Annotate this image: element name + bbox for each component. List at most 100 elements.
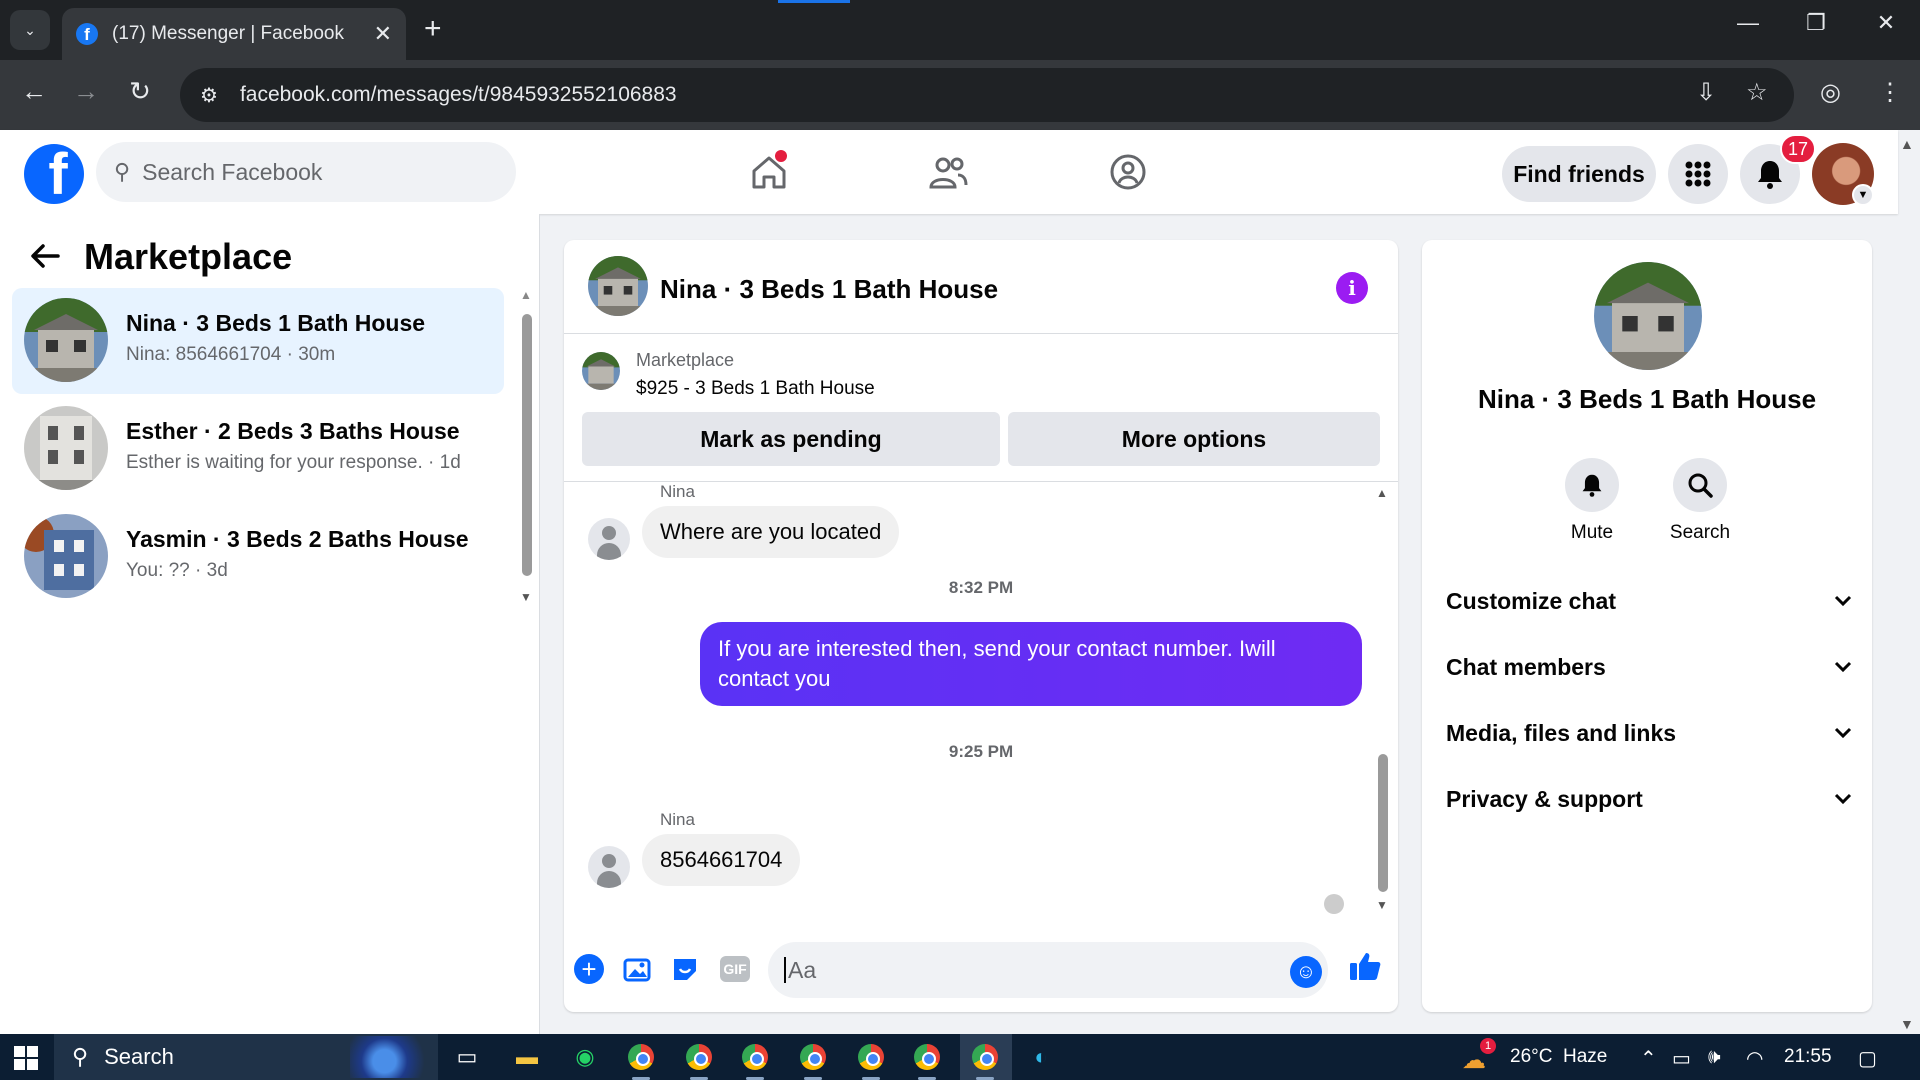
messages-scroll-up-icon[interactable]: ▲ xyxy=(1376,486,1388,500)
volume-icon[interactable]: 🕪 xyxy=(1708,1046,1721,1069)
file-explorer-icon[interactable]: ▬ xyxy=(512,1042,542,1072)
page-scroll-down-icon[interactable]: ▼ xyxy=(1900,1016,1914,1032)
chrome-icon[interactable] xyxy=(798,1042,828,1072)
address-bar[interactable]: ⚙ facebook.com/messages/t/98459325521068… xyxy=(180,68,1794,122)
chrome-icon[interactable] xyxy=(684,1042,714,1072)
home-notification-dot xyxy=(775,150,787,162)
sidebar-scroll-up-icon[interactable]: ▲ xyxy=(520,288,532,302)
edge-icon[interactable]: ◐ xyxy=(1026,1042,1056,1072)
menu-kebab-icon[interactable]: ⋮ xyxy=(1878,78,1902,107)
search-icon xyxy=(1673,458,1727,512)
message-input[interactable]: Aa xyxy=(768,942,1328,998)
chrome-icon[interactable] xyxy=(626,1042,656,1072)
incoming-message-bubble[interactable]: 8564661704 xyxy=(642,834,801,886)
groups-icon[interactable] xyxy=(1104,148,1152,196)
notification-center-icon[interactable]: ▢ xyxy=(1858,1046,1877,1071)
media-files-links-section[interactable]: Media, files and links xyxy=(1446,708,1852,758)
details-title: Nina · 3 Beds 1 Bath House xyxy=(1477,384,1817,414)
home-icon[interactable] xyxy=(745,148,793,196)
gif-icon[interactable]: GIF xyxy=(720,956,750,982)
battery-icon[interactable]: ▭ xyxy=(1672,1046,1691,1071)
info-icon[interactable]: i xyxy=(1336,272,1368,304)
privacy-support-section[interactable]: Privacy & support xyxy=(1446,774,1852,824)
conversation-thumbnail xyxy=(24,406,108,490)
facebook-favicon-icon: f xyxy=(76,23,98,45)
search-icon: ⚲ xyxy=(114,159,131,184)
message-sender-name: Nina xyxy=(660,810,695,829)
read-receipt-avatar xyxy=(1324,894,1344,914)
listing-price-title[interactable]: $925 - 3 Beds 1 Bath House xyxy=(636,378,875,400)
new-tab-icon[interactable]: + xyxy=(424,12,442,46)
friends-icon[interactable] xyxy=(924,148,972,196)
chrome-icon[interactable] xyxy=(970,1042,1000,1072)
page-scroll-up-icon[interactable]: ▲ xyxy=(1900,136,1914,152)
section-label: Chat members xyxy=(1446,653,1606,680)
windows-start-icon[interactable] xyxy=(14,1046,38,1070)
message-input-placeholder: Aa xyxy=(788,956,817,983)
browser-tab[interactable]: f (17) Messenger | Facebook ✕ xyxy=(62,8,406,60)
back-arrow-icon[interactable] xyxy=(30,240,60,277)
task-view-icon[interactable]: ▭ xyxy=(452,1042,482,1072)
sender-avatar[interactable] xyxy=(588,846,630,888)
url-text: facebook.com/messages/t/9845932552106883 xyxy=(239,83,677,106)
conversation-item-nina[interactable]: Nina · 3 Beds 1 Bath House Nina: 8564661… xyxy=(12,288,504,394)
messages-scroll-down-icon[interactable]: ▼ xyxy=(1376,898,1388,912)
chat-title[interactable]: Nina · 3 Beds 1 Bath House xyxy=(660,274,998,305)
facebook-search-input[interactable]: ⚲ Search Facebook xyxy=(96,142,516,202)
mute-button[interactable]: Mute xyxy=(1552,458,1632,544)
more-options-button[interactable]: More options xyxy=(1008,412,1380,466)
reload-icon[interactable]: ↻ xyxy=(120,76,160,107)
tab-search-chevron-icon[interactable]: ⌄ xyxy=(10,10,50,50)
close-window-icon[interactable]: ✕ xyxy=(1866,10,1906,36)
clock[interactable]: 21:55 xyxy=(1784,1046,1832,1068)
chevron-down-icon xyxy=(1834,722,1852,745)
outgoing-message-bubble[interactable]: If you are interested then, send your co… xyxy=(700,622,1362,706)
conversation-item-yasmin[interactable]: Yasmin · 3 Beds 2 Baths House You: ?? · … xyxy=(12,504,504,610)
search-in-conversation-button[interactable]: Search xyxy=(1660,458,1740,544)
bookmark-star-icon[interactable]: ☆ xyxy=(1746,78,1768,107)
sticker-icon[interactable] xyxy=(668,952,702,986)
profile-icon[interactable]: ◎ xyxy=(1820,78,1841,107)
whatsapp-icon[interactable]: ◉ xyxy=(570,1042,600,1072)
messages-scrollbar[interactable] xyxy=(1378,754,1388,892)
conversation-preview: Esther is waiting for your response. · 1… xyxy=(126,452,461,473)
wifi-icon[interactable]: ◠ xyxy=(1746,1046,1763,1071)
chat-avatar[interactable] xyxy=(588,256,648,316)
back-icon[interactable]: ← xyxy=(14,76,54,107)
conversation-item-esther[interactable]: Esther · 2 Beds 3 Baths House Esther is … xyxy=(12,396,504,502)
windows-taskbar: ⚲ Search ▭ ▬ ◉ ◐ ☁ 1 26°C Haze ⌃ ▭ 🕪 ◠ 2… xyxy=(0,1034,1920,1080)
chrome-icon[interactable] xyxy=(912,1042,942,1072)
listing-thumbnail[interactable] xyxy=(582,352,620,390)
menu-grid-icon[interactable] xyxy=(1668,144,1728,204)
section-label: Media, files and links xyxy=(1446,719,1677,746)
restore-icon[interactable]: ❐ xyxy=(1796,10,1836,36)
chrome-icon[interactable] xyxy=(856,1042,886,1072)
incoming-message-bubble[interactable]: Where are you located xyxy=(642,506,900,558)
account-chevron-down-icon[interactable]: ▼ xyxy=(1852,184,1874,206)
conversation-title: Nina · 3 Beds 1 Bath House xyxy=(126,310,426,336)
conversation-thumbnail xyxy=(24,298,108,382)
thumbs-up-icon[interactable] xyxy=(1348,950,1382,990)
emoji-icon[interactable]: ☺ xyxy=(1290,956,1322,988)
weather-text[interactable]: 26°C Haze xyxy=(1510,1046,1607,1068)
tab-close-icon[interactable]: ✕ xyxy=(374,21,392,47)
sidebar-scrollbar[interactable] xyxy=(522,314,532,576)
show-hidden-icons-chevron-icon[interactable]: ⌃ xyxy=(1640,1046,1657,1071)
facebook-logo-icon[interactable]: f xyxy=(24,144,84,204)
photo-icon[interactable] xyxy=(620,952,654,986)
minimize-icon[interactable]: — xyxy=(1728,10,1768,36)
find-friends-button[interactable]: Find friends xyxy=(1502,146,1656,202)
site-info-icon[interactable]: ⚙ xyxy=(200,83,218,108)
forward-icon[interactable]: → xyxy=(66,76,106,107)
mark-as-pending-button[interactable]: Mark as pending xyxy=(582,412,1000,466)
add-attachment-icon[interactable]: + xyxy=(574,954,604,984)
sender-avatar[interactable] xyxy=(588,518,630,560)
chrome-icon[interactable] xyxy=(740,1042,770,1072)
install-app-icon[interactable]: ⇩ xyxy=(1696,78,1716,107)
sidebar-scroll-down-icon[interactable]: ▼ xyxy=(520,590,532,604)
details-avatar[interactable] xyxy=(1594,262,1702,370)
customize-chat-section[interactable]: Customize chat xyxy=(1446,576,1852,626)
message-sender-name: Nina xyxy=(660,482,695,501)
message-timestamp: 9:25 PM xyxy=(948,742,1014,761)
chat-members-section[interactable]: Chat members xyxy=(1446,642,1852,692)
